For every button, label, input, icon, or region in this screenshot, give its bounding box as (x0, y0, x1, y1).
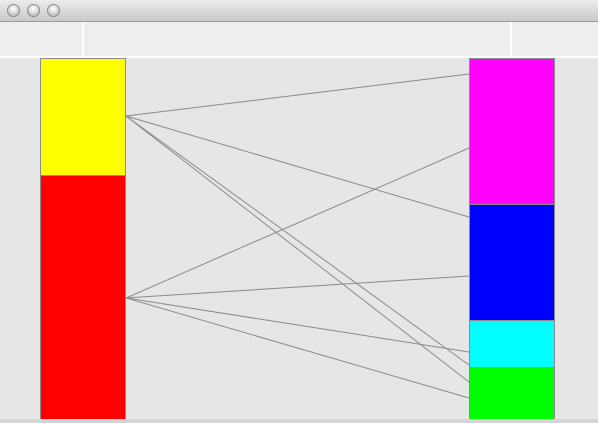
red-block[interactable] (40, 175, 126, 421)
yellow-block[interactable] (40, 58, 126, 176)
links-layer (125, 73, 470, 399)
link-red-to-blue (125, 275, 470, 299)
link-yellow-to-cyan (125, 115, 470, 366)
magenta-block[interactable] (469, 58, 555, 205)
app-window (0, 0, 598, 423)
link-yellow-to-blue (125, 115, 470, 218)
link-red-to-cyan (125, 297, 470, 353)
link-yellow-to-green (125, 115, 470, 383)
link-red-to-magenta (125, 147, 470, 299)
window-bottom-edge (0, 419, 598, 423)
cyan-block[interactable] (469, 320, 555, 368)
link-yellow-to-magenta (125, 73, 470, 117)
parallel-sets-diagram (40, 58, 555, 421)
green-block[interactable] (469, 367, 555, 421)
blocks-layer (40, 58, 555, 421)
blue-block[interactable] (469, 204, 555, 321)
link-red-to-green (125, 297, 470, 399)
